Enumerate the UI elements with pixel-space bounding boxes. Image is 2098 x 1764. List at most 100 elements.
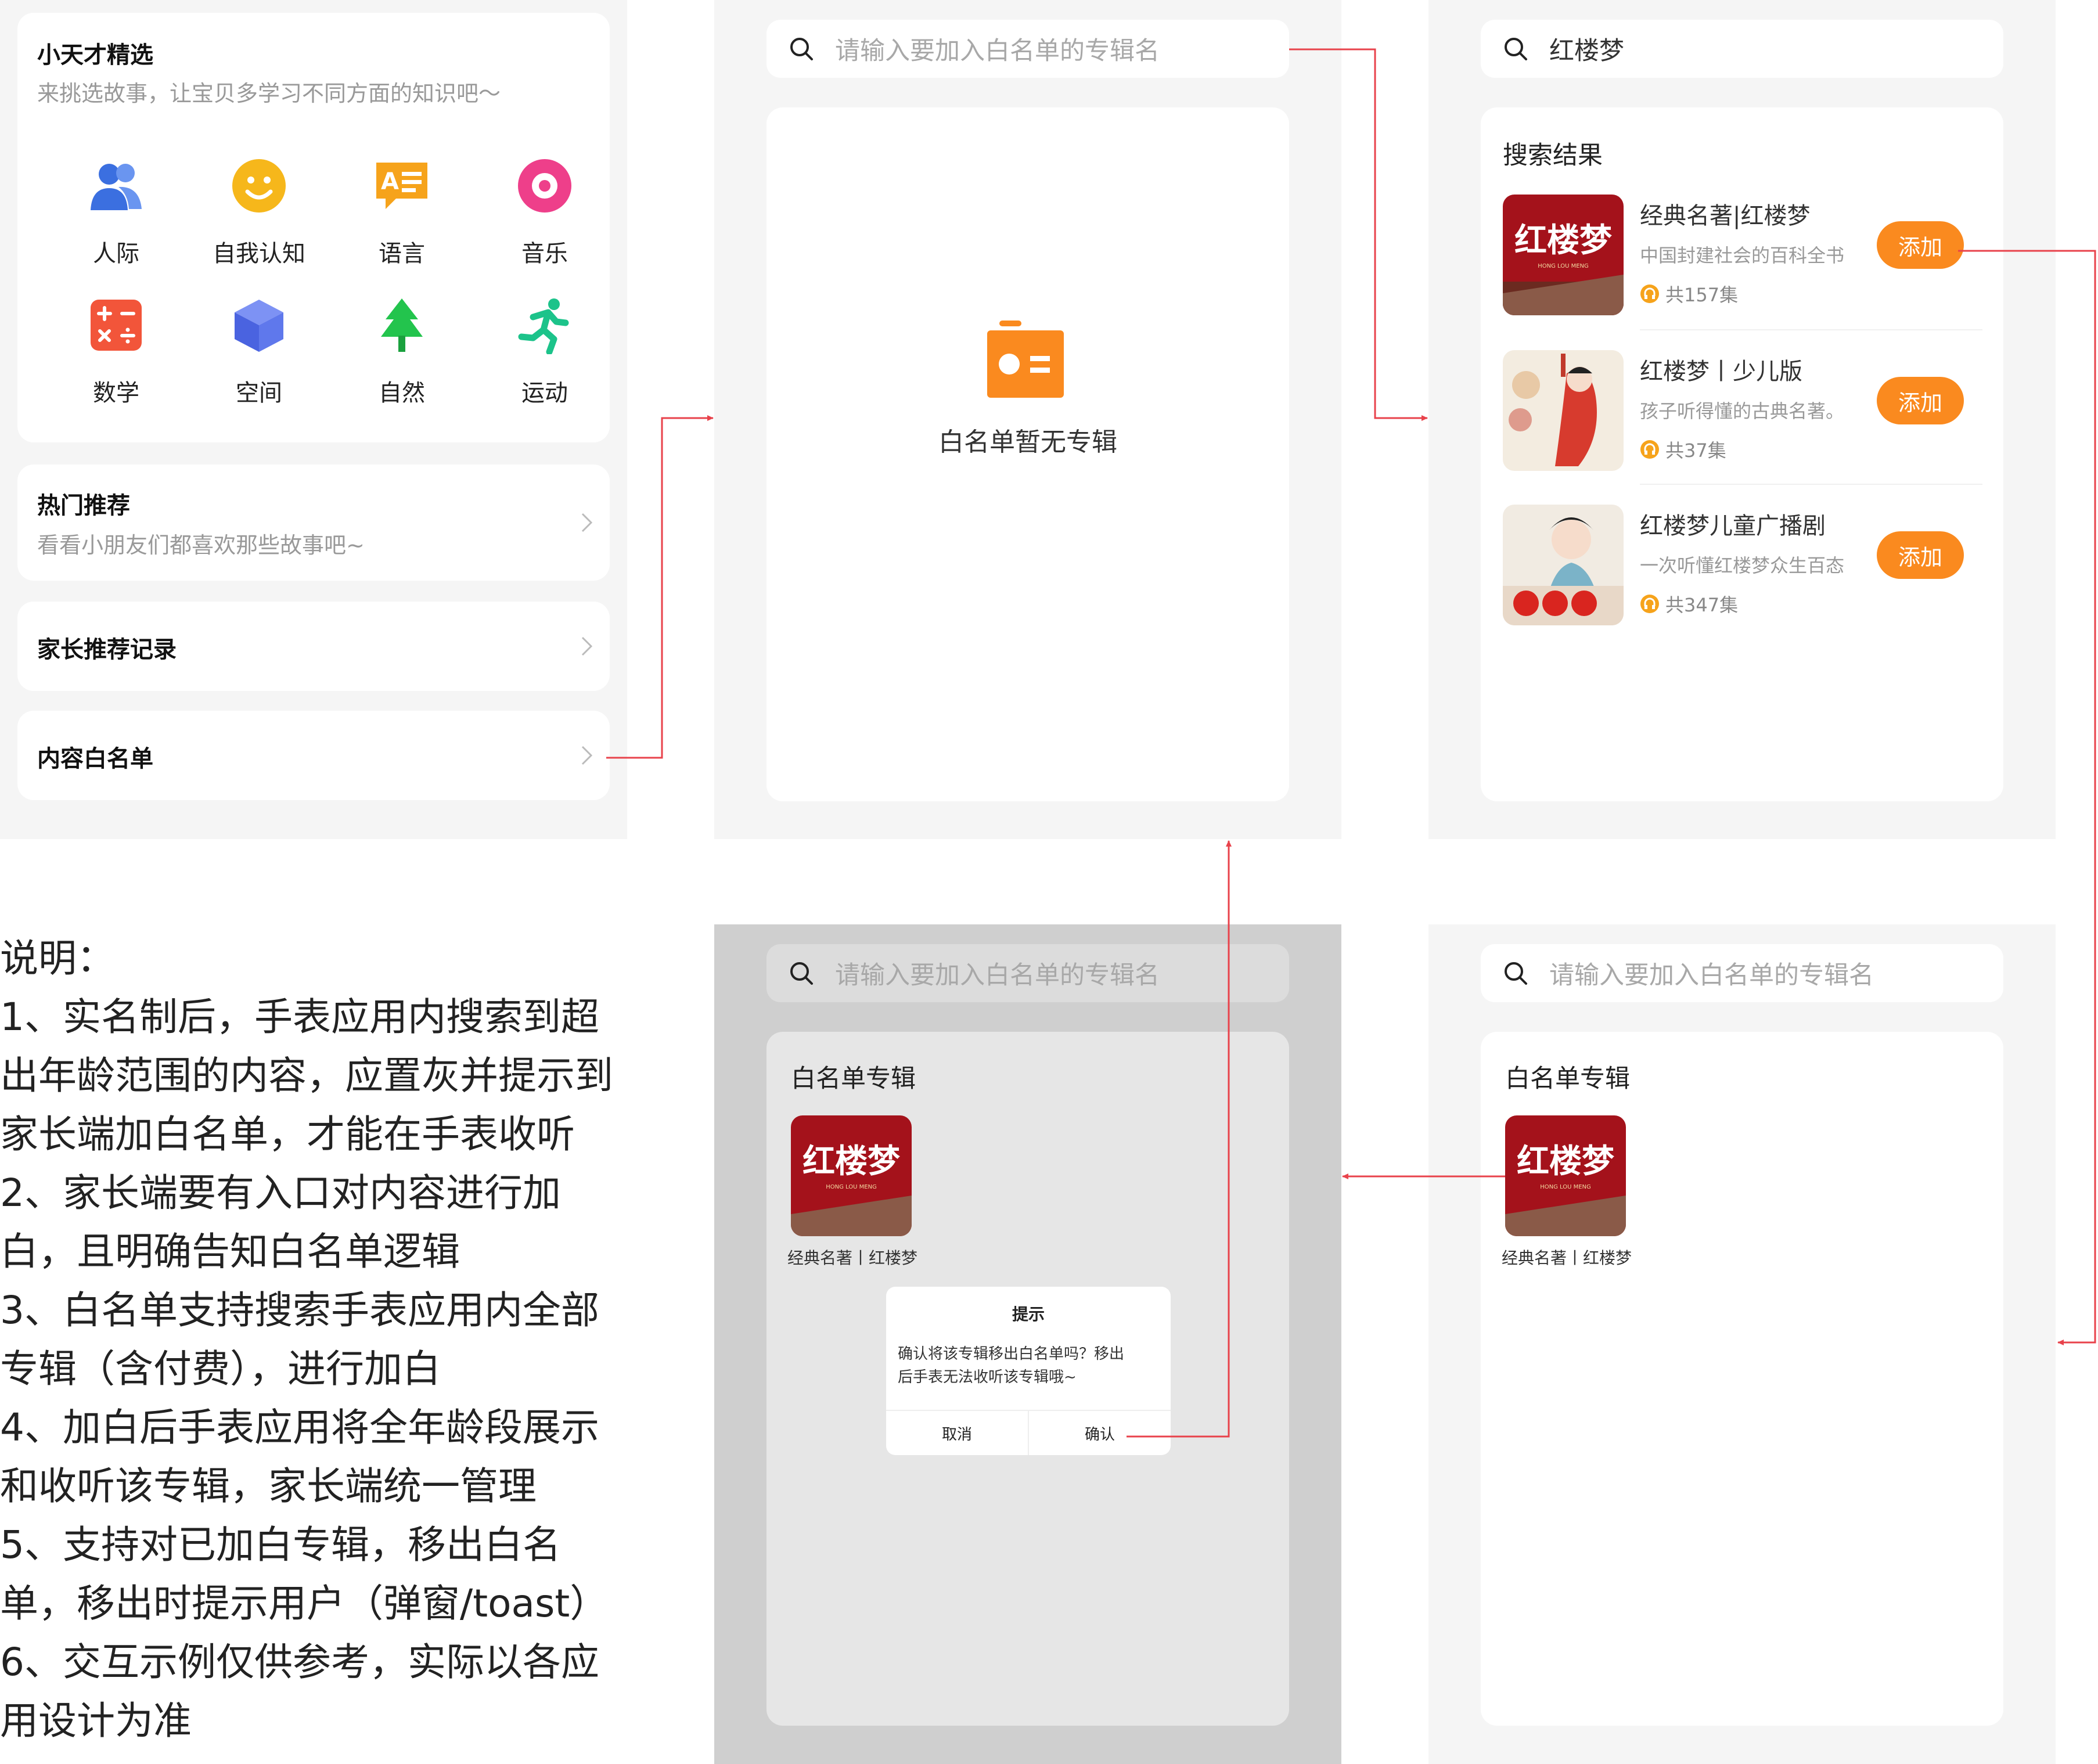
empty-message: 白名单暂无专辑	[938, 427, 1117, 457]
svg-text:红楼梦: 红楼梦	[1517, 1142, 1614, 1180]
result-count: 共157集	[1640, 280, 1738, 307]
category-self[interactable]: 自我认知	[201, 157, 317, 268]
result-item[interactable]: 红楼梦丨少儿版 孩子听得懂的古典名著。 共37集 添加	[1481, 350, 2003, 484]
search-bar[interactable]: 请输入要加入白名单的专辑名	[1481, 944, 2003, 1002]
category-label: 人际	[93, 240, 139, 267]
note-line: 家长端加白名单，才能在手表收听	[0, 1112, 575, 1157]
result-desc: 中国封建社会的百科全书	[1640, 244, 1845, 267]
result-desc: 孩子听得懂的古典名著。	[1640, 400, 1845, 422]
add-button[interactable]: 添加	[1877, 221, 1964, 269]
chevron-right-icon	[581, 746, 593, 765]
language-icon: A	[376, 163, 427, 209]
result-item[interactable]: 红楼梦儿童广播剧 一次听懂红楼梦众生百态 共347集 添加	[1481, 505, 2003, 638]
whitelist-card: 白名单专辑 红楼梦 HONG LOU MENG 经典名著丨红楼梦	[1481, 1032, 2003, 1726]
album-cover[interactable]: 红楼梦 HONG LOU MENG	[1505, 1115, 1626, 1236]
math-icon	[91, 300, 142, 351]
notes: 说明： 1、实名制后，手表应用内搜索到超 出年龄范围的内容，应置灰并提示到 家长…	[0, 929, 668, 1750]
category-people[interactable]: 人际	[58, 157, 174, 268]
result-name: 红楼梦丨少儿版	[1640, 358, 1802, 385]
hot-title: 热门推荐	[37, 492, 130, 519]
category-label: 运动	[521, 380, 568, 406]
note-line: 6、交互示例仅供参考，实际以各应	[0, 1640, 599, 1684]
divider	[1640, 329, 1982, 330]
search-bar[interactable]: 请输入要加入白名单的专辑名	[766, 20, 1289, 78]
results-title: 搜索结果	[1503, 141, 1603, 170]
divider	[1640, 484, 1982, 485]
note-line: 2、家长端要有入口对内容进行加	[0, 1171, 561, 1215]
result-item[interactable]: 红楼梦 HONG LOU MENG 经典名著|红楼梦 中国封建社会的百科全书 共1…	[1481, 195, 2003, 328]
album-caption: 经典名著丨红楼梦	[1502, 1248, 1632, 1268]
search-icon	[1505, 38, 1527, 60]
album-caption: 经典名著丨红楼梦	[787, 1248, 918, 1268]
smiley-icon	[232, 159, 286, 213]
cube-icon	[235, 300, 283, 352]
whitelist-entry-label: 内容白名单	[37, 746, 153, 772]
category-sports[interactable]: 运动	[487, 296, 603, 408]
notes-heading: 说明：	[0, 936, 115, 981]
search-icon	[790, 962, 813, 985]
svg-text:红楼梦: 红楼梦	[803, 1142, 900, 1180]
headphones-icon	[1640, 595, 1659, 613]
svg-text:A: A	[381, 168, 399, 195]
category-math[interactable]: 数学	[58, 296, 174, 408]
result-name: 红楼梦儿童广播剧	[1640, 513, 1826, 539]
search-query[interactable]: 红楼梦	[1549, 31, 1624, 67]
whitelist-section-title: 白名单专辑	[791, 1064, 916, 1093]
note-line: 单，移出时提示用户（弹窗/toast）	[0, 1581, 609, 1626]
category-language[interactable]: A 语言	[344, 157, 460, 268]
album-cover	[1503, 505, 1624, 625]
add-button[interactable]: 添加	[1877, 377, 1964, 424]
picks-card: 小天才精选 来挑选故事，让宝贝多学习不同方面的知识吧～ 人际 自我认知 A 语言…	[17, 13, 610, 442]
cancel-button[interactable]: 取消	[886, 1411, 1028, 1455]
search-placeholder[interactable]: 请输入要加入白名单的专辑名	[835, 955, 1160, 991]
search-placeholder[interactable]: 请输入要加入白名单的专辑名	[1549, 955, 1874, 991]
confirm-button[interactable]: 确认	[1029, 1411, 1171, 1455]
note-line: 5、支持对已加白专辑，移出白名	[0, 1522, 561, 1567]
search-icon	[790, 38, 813, 60]
note-line: 1、实名制后，手表应用内搜索到超	[0, 995, 599, 1039]
album-cover: 红楼梦 HONG LOU MENG	[1503, 195, 1624, 315]
remove-dialog: 提示 确认将该专辑移出白名单吗？移出 后手表无法收听该专辑哦~ 取消 确认	[886, 1287, 1171, 1455]
running-icon	[518, 298, 569, 355]
remove-confirm-panel: 请输入要加入白名单的专辑名 白名单专辑 红楼梦 HONG LOU MENG 经典名…	[714, 924, 1341, 1764]
category-space[interactable]: 空间	[201, 296, 317, 408]
search-bar[interactable]: 红楼梦	[1481, 20, 2003, 78]
note-line: 白，且明确告知白名单逻辑	[0, 1229, 460, 1274]
category-label: 语言	[379, 240, 425, 267]
result-name: 经典名著|红楼梦	[1640, 203, 1811, 229]
album-cover[interactable]: 红楼梦 HONG LOU MENG	[791, 1115, 912, 1236]
category-label: 自我认知	[213, 240, 305, 267]
search-icon	[1505, 962, 1527, 985]
note-line: 3、白名单支持搜索手表应用内全部	[0, 1288, 599, 1333]
category-label: 自然	[379, 380, 425, 406]
empty-card: 白名单暂无专辑	[766, 107, 1289, 801]
headphones-icon	[1640, 440, 1659, 459]
album-cover	[1503, 350, 1624, 471]
home-panel: 小天才精选 来挑选故事，让宝贝多学习不同方面的知识吧～ 人际 自我认知 A 语言…	[0, 0, 627, 839]
whitelist-entry-row[interactable]: 内容白名单	[17, 711, 610, 800]
hot-recommend-row[interactable]: 热门推荐 看看小朋友们都喜欢那些故事吧~	[17, 465, 610, 581]
category-label: 音乐	[521, 240, 568, 267]
parent-record-label: 家长推荐记录	[37, 636, 177, 663]
category-label: 空间	[236, 380, 282, 406]
note-line: 出年龄范围的内容，应置灰并提示到	[0, 1053, 613, 1098]
note-line: 和收听该专辑，家长端统一管理	[0, 1464, 537, 1509]
people-icon	[91, 164, 142, 210]
add-button[interactable]: 添加	[1877, 531, 1964, 579]
search-bar[interactable]: 请输入要加入白名单的专辑名	[766, 944, 1289, 1002]
search-placeholder[interactable]: 请输入要加入白名单的专辑名	[835, 31, 1160, 67]
svg-text:HONG LOU MENG: HONG LOU MENG	[826, 1184, 877, 1190]
dialog-message: 确认将该专辑移出白名单吗？移出 后手表无法收听该专辑哦~	[898, 1345, 1125, 1386]
note-line: 用设计为准	[0, 1698, 192, 1743]
category-music[interactable]: 音乐	[487, 157, 603, 268]
parent-record-row[interactable]: 家长推荐记录	[17, 602, 610, 691]
radio-icon	[987, 321, 1064, 398]
dialog-title: 提示	[1012, 1305, 1045, 1324]
whitelist-section-title: 白名单专辑	[1505, 1064, 1630, 1093]
svg-text:红楼梦: 红楼梦	[1514, 221, 1612, 260]
empty-whitelist-panel: 请输入要加入白名单的专辑名 白名单暂无专辑	[714, 0, 1341, 839]
results-card: 搜索结果 红楼梦 HONG LOU MENG 经典名著|红楼梦 中国封建社会的百科…	[1481, 107, 2003, 801]
whitelist-panel: 请输入要加入白名单的专辑名 白名单专辑 红楼梦 HONG LOU MENG 经典名…	[1428, 924, 2056, 1764]
category-nature[interactable]: 自然	[344, 296, 460, 408]
chevron-right-icon	[581, 636, 593, 656]
